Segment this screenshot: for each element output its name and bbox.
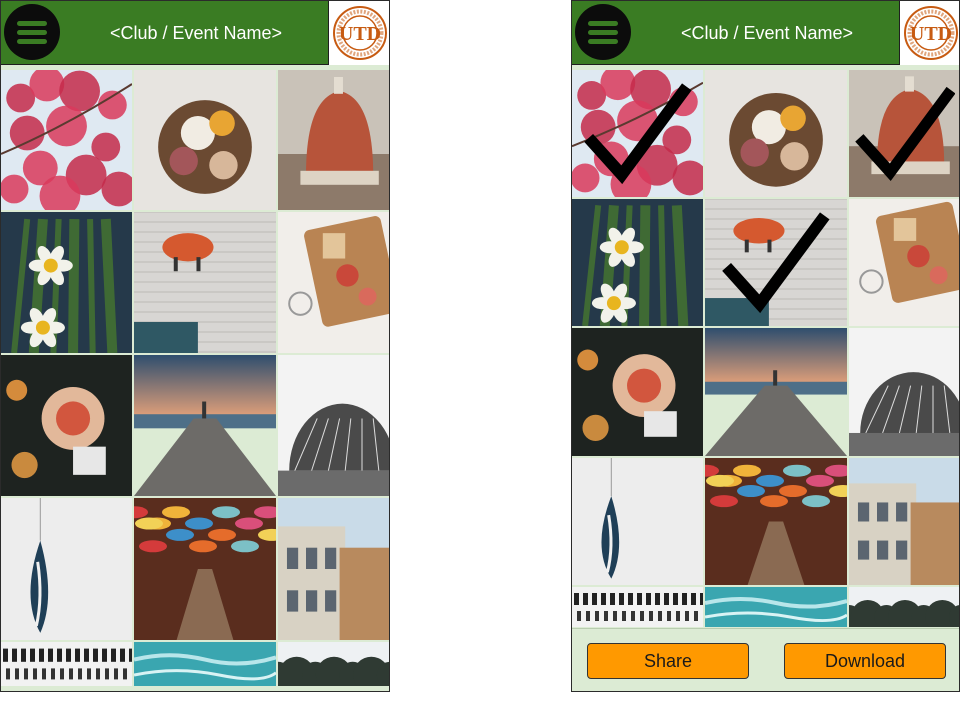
photo-image xyxy=(849,458,959,585)
photo-image xyxy=(134,70,276,210)
photo-image xyxy=(572,458,703,585)
photo-image xyxy=(705,199,847,326)
photo-image xyxy=(849,199,959,326)
photo-tile-toast-breakfast-tray[interactable] xyxy=(849,199,959,326)
photo-tile-piano-keys[interactable] xyxy=(572,587,703,627)
photo-image xyxy=(849,70,959,197)
photo-image xyxy=(1,212,132,353)
photo-tile-hanging-feather[interactable] xyxy=(572,458,703,585)
photo-tile-geodesic-sphere[interactable] xyxy=(849,328,959,456)
photo-image xyxy=(134,498,276,640)
app-header: <Club / Event Name> UTD xyxy=(572,1,959,65)
hamburger-menu-icon[interactable] xyxy=(4,4,60,60)
photo-image xyxy=(572,328,703,456)
photo-tile-dried-flower-bouquet[interactable] xyxy=(134,70,276,210)
utd-logo: UTD xyxy=(328,1,389,65)
photo-tile-food-spread-table[interactable] xyxy=(1,355,132,496)
photo-image xyxy=(134,212,276,353)
photo-tile-street-buildings[interactable] xyxy=(278,498,389,640)
photo-tile-ocean-water[interactable] xyxy=(705,587,847,627)
photo-tile-daffodils[interactable] xyxy=(1,212,132,353)
photo-image xyxy=(134,355,276,496)
photo-tile-ocean-water[interactable] xyxy=(134,642,276,686)
event-title: <Club / Event Name> xyxy=(109,23,283,43)
photo-tile-geodesic-sphere[interactable] xyxy=(278,355,389,496)
photo-tile-pig-on-brick-wall[interactable] xyxy=(705,199,847,326)
photo-tile-umbrella-alley[interactable] xyxy=(705,458,847,585)
photo-tile-stone-pier-sunset[interactable] xyxy=(134,355,276,496)
photo-image xyxy=(849,587,959,627)
photo-tile-pink-blossoms[interactable] xyxy=(1,70,132,210)
photo-tile-daffodils[interactable] xyxy=(572,199,703,326)
photo-tile-pink-blossoms[interactable] xyxy=(572,70,703,197)
photo-image xyxy=(572,199,703,326)
photo-tile-dried-flower-bouquet[interactable] xyxy=(705,70,847,197)
photo-tile-piano-keys[interactable] xyxy=(1,642,132,686)
photo-image xyxy=(705,458,847,585)
photo-image xyxy=(572,587,703,627)
logo-text: UTD xyxy=(910,23,952,45)
photo-image xyxy=(1,642,132,686)
photo-tile-tree-line[interactable] xyxy=(849,587,959,627)
photo-image xyxy=(1,355,132,496)
photo-image xyxy=(134,642,276,686)
app-header: <Club / Event Name> UTD xyxy=(1,1,389,65)
photo-image xyxy=(278,642,389,686)
photo-image xyxy=(278,498,389,640)
gallery-screen-selection: <Club / Event Name> UTD Share Download xyxy=(571,0,960,692)
photo-tile-florence-cathedral-dome[interactable] xyxy=(849,70,959,197)
photo-tile-hanging-feather[interactable] xyxy=(1,498,132,640)
photo-tile-food-spread-table[interactable] xyxy=(572,328,703,456)
mockup-stage: <Club / Event Name> UTD <Club / Event Na… xyxy=(0,0,960,720)
photo-image xyxy=(278,212,389,353)
photo-image xyxy=(572,70,703,197)
download-button[interactable]: Download xyxy=(784,643,946,679)
photo-image xyxy=(849,328,959,456)
hamburger-menu-icon[interactable] xyxy=(575,4,631,60)
photo-tile-stone-pier-sunset[interactable] xyxy=(705,328,847,456)
utd-logo: UTD xyxy=(899,1,959,65)
photo-image xyxy=(705,328,847,456)
photo-image xyxy=(278,70,389,210)
action-bar: Share Download xyxy=(572,628,959,691)
photo-image xyxy=(278,355,389,496)
share-button[interactable]: Share xyxy=(587,643,749,679)
photo-image xyxy=(705,70,847,197)
photo-image xyxy=(1,498,132,640)
photo-tile-tree-line[interactable] xyxy=(278,642,389,686)
event-title: <Club / Event Name> xyxy=(680,23,854,43)
photo-image xyxy=(1,70,132,210)
gallery-screen-default: <Club / Event Name> UTD xyxy=(0,0,390,692)
photo-tile-toast-breakfast-tray[interactable] xyxy=(278,212,389,353)
photo-tile-pig-on-brick-wall[interactable] xyxy=(134,212,276,353)
photo-image xyxy=(705,587,847,627)
logo-text: UTD xyxy=(339,23,381,45)
photo-tile-florence-cathedral-dome[interactable] xyxy=(278,70,389,210)
photo-tile-street-buildings[interactable] xyxy=(849,458,959,585)
photo-tile-umbrella-alley[interactable] xyxy=(134,498,276,640)
